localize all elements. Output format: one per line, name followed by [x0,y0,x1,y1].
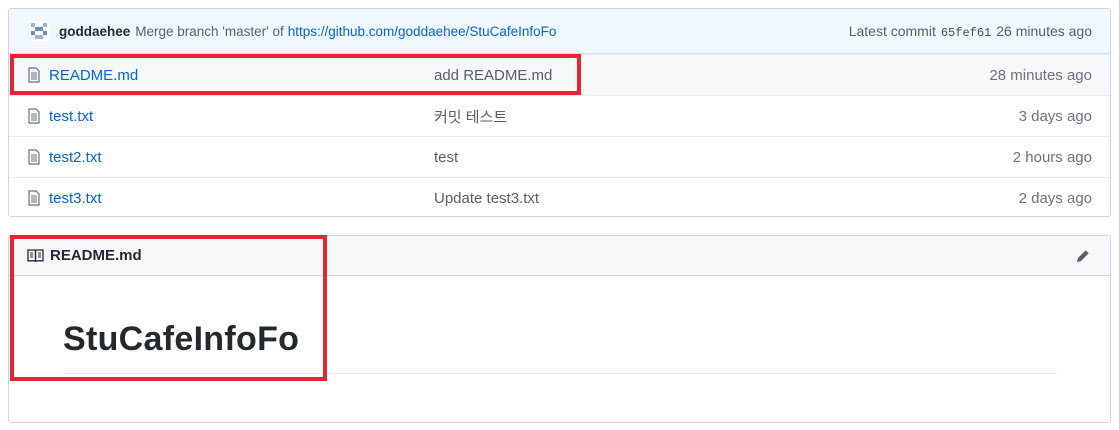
file-icon [28,190,40,206]
file-commit-message[interactable]: 커밋 테스트 [434,106,734,127]
pencil-icon[interactable] [1074,247,1092,265]
latest-commit-info: Latest commit 65fef61 26 minutes ago [849,23,1092,40]
readme-heading: StuCafeInfoFo [63,320,1057,374]
file-age: 28 minutes ago [989,66,1092,84]
file-commit-message[interactable]: Update test3.txt [434,190,734,207]
file-age: 3 days ago [1018,107,1092,125]
file-browser: goddaehee Merge branch 'master' of https… [8,8,1111,217]
file-name-link[interactable]: test2.txt [49,149,434,166]
readme-header: README.md [9,236,1110,276]
file-icon [28,108,40,124]
file-age: 2 hours ago [1012,148,1092,166]
file-name-link[interactable]: test3.txt [49,190,434,207]
table-row: test2.txt test 2 hours ago [9,136,1110,177]
latest-commit-label: Latest commit [848,22,936,39]
commit-sha-link[interactable]: 65fef61 [941,26,991,40]
file-name-link[interactable]: README.md [49,67,434,84]
commit-repo-link[interactable]: https://github.com/goddaehee/StuCafeInfo… [288,24,557,39]
file-name-link[interactable]: test.txt [49,108,434,125]
avatar[interactable] [29,21,49,41]
table-row: test.txt 커밋 테스트 3 days ago [9,95,1110,136]
file-commit-message[interactable]: add README.md [434,67,734,84]
file-commit-message[interactable]: test [434,149,734,166]
table-row: test3.txt Update test3.txt 2 days ago [9,177,1110,216]
readme-content: StuCafeInfoFo [9,276,1110,374]
latest-commit-bar: goddaehee Merge branch 'master' of https… [9,9,1110,54]
file-age: 2 days ago [1018,189,1092,207]
commit-author-link[interactable]: goddaehee [59,24,130,39]
file-icon [28,149,40,165]
readme-title: README.md [50,247,142,264]
commit-age: 26 minutes ago [996,22,1092,39]
readme-panel: README.md StuCafeInfoFo [8,235,1111,423]
commit-message: Merge branch 'master' of [135,23,284,39]
file-icon [28,67,40,83]
table-row: README.md add README.md 28 minutes ago [9,54,1110,95]
book-icon [27,248,44,262]
